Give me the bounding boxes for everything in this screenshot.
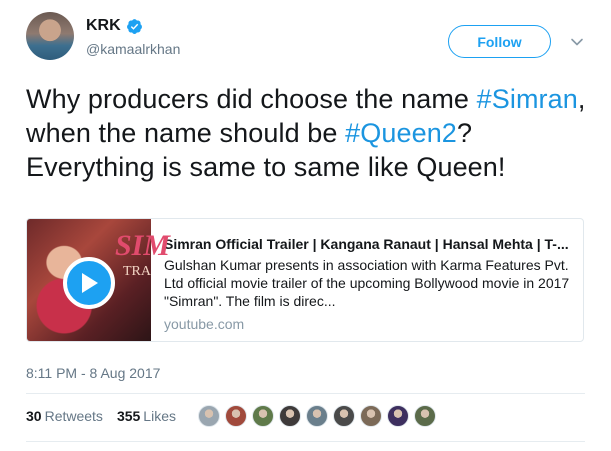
- liker-avatar-icon[interactable]: [360, 405, 382, 427]
- card-body: Simran Official Trailer | Kangana Ranaut…: [151, 219, 583, 341]
- liker-avatars: [198, 405, 441, 427]
- liker-avatar-icon[interactable]: [414, 405, 436, 427]
- hashtag-link[interactable]: #Queen2: [345, 118, 457, 148]
- display-name[interactable]: KRK: [86, 17, 121, 35]
- card-description: Gulshan Kumar presents in association wi…: [164, 257, 570, 309]
- liker-avatar-icon[interactable]: [198, 405, 220, 427]
- avatar[interactable]: [26, 12, 74, 60]
- thumbnail-title-text: SIM: [115, 229, 171, 262]
- divider: [26, 441, 585, 442]
- likes-stat[interactable]: 355 Likes: [117, 408, 176, 424]
- likes-count: 355: [116, 408, 141, 424]
- link-preview-card[interactable]: SIM TRA Simran Official Trailer | Kangan…: [26, 218, 584, 342]
- tweet-text: Why producers did choose the name #Simra…: [26, 82, 586, 184]
- author-name-row[interactable]: KRK: [86, 17, 143, 35]
- card-domain: youtube.com: [164, 316, 245, 332]
- tweet-text-part: Why producers did choose the name: [26, 84, 477, 114]
- divider: [26, 393, 585, 394]
- card-title[interactable]: Simran Official Trailer | Kangana Ranaut…: [164, 236, 574, 252]
- video-thumbnail[interactable]: SIM TRA: [27, 219, 170, 341]
- liker-avatar-icon[interactable]: [252, 405, 274, 427]
- liker-avatar-icon[interactable]: [333, 405, 355, 427]
- play-icon: [82, 273, 98, 293]
- retweets-label: Retweets: [44, 408, 103, 424]
- user-handle[interactable]: @kamaalrkhan: [86, 41, 180, 57]
- hashtag-link[interactable]: #Simran: [477, 84, 578, 114]
- liker-avatar-icon[interactable]: [306, 405, 328, 427]
- follow-button[interactable]: Follow: [448, 25, 551, 58]
- tweet-stats: 30 Retweets 355 Likes: [26, 408, 190, 424]
- verified-icon: [126, 18, 142, 34]
- liker-avatar-icon[interactable]: [225, 405, 247, 427]
- thumbnail-sub-text: TRA: [123, 264, 151, 279]
- tweet-timestamp[interactable]: 8:11 PM - 8 Aug 2017: [26, 365, 160, 381]
- liker-avatar-icon[interactable]: [279, 405, 301, 427]
- chevron-down-icon[interactable]: [570, 35, 584, 49]
- retweets-count: 30: [26, 408, 42, 424]
- retweets-stat[interactable]: 30 Retweets: [26, 408, 103, 424]
- likes-label: Likes: [143, 408, 176, 424]
- liker-avatar-icon[interactable]: [387, 405, 409, 427]
- play-button[interactable]: [63, 257, 115, 309]
